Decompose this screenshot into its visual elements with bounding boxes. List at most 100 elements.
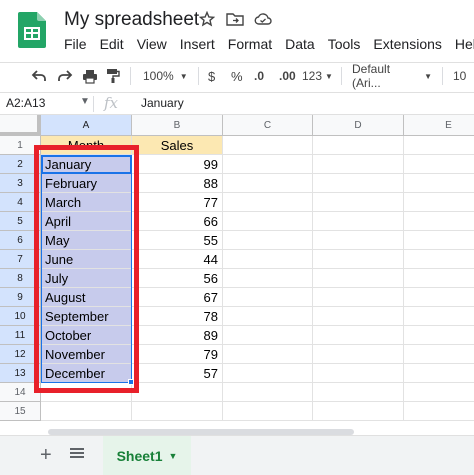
empty-cell[interactable] (132, 383, 223, 402)
cell-b4[interactable]: 77 (132, 193, 223, 212)
column-header-a[interactable]: A (41, 115, 132, 136)
empty-cell[interactable] (223, 288, 313, 307)
empty-cell[interactable] (223, 307, 313, 326)
currency-format-button[interactable]: $ (208, 66, 215, 86)
empty-cell[interactable] (404, 326, 474, 345)
cell-b11[interactable]: 89 (132, 326, 223, 345)
empty-cell[interactable] (223, 174, 313, 193)
empty-cell[interactable] (223, 193, 313, 212)
row-header[interactable]: 6 (0, 231, 41, 250)
move-to-folder-icon[interactable] (226, 10, 244, 28)
column-header-e[interactable]: E (404, 115, 474, 136)
menu-insert[interactable]: Insert (180, 36, 221, 52)
row-header[interactable]: 7 (0, 250, 41, 269)
cell-a1[interactable]: Month (41, 136, 132, 155)
empty-cell[interactable] (313, 288, 404, 307)
all-sheets-menu-icon[interactable] (70, 446, 84, 465)
empty-cell[interactable] (313, 136, 404, 155)
chevron-down-icon[interactable]: ▼ (169, 451, 178, 461)
row-header[interactable]: 9 (0, 288, 41, 307)
paint-format-icon[interactable] (106, 66, 120, 86)
cell-a4[interactable]: March (41, 193, 132, 212)
empty-cell[interactable] (404, 383, 474, 402)
cell-b13[interactable]: 57 (132, 364, 223, 383)
row-header[interactable]: 2 (0, 155, 41, 174)
menu-data[interactable]: Data (285, 36, 321, 52)
cell-a7[interactable]: June (41, 250, 132, 269)
sheets-logo-icon[interactable] (18, 12, 46, 48)
cell-b12[interactable]: 79 (132, 345, 223, 364)
cell-a9[interactable]: August (41, 288, 132, 307)
cell-a10[interactable]: September (41, 307, 132, 326)
cell-b3[interactable]: 88 (132, 174, 223, 193)
row-header[interactable]: 13 (0, 364, 41, 383)
column-header-c[interactable]: C (223, 115, 313, 136)
empty-cell[interactable] (41, 383, 132, 402)
increase-decimal-button[interactable]: .00 (279, 66, 296, 86)
menu-view[interactable]: View (137, 36, 173, 52)
cell-a3[interactable]: February (41, 174, 132, 193)
row-header[interactable]: 8 (0, 269, 41, 288)
empty-cell[interactable] (404, 193, 474, 212)
row-header[interactable]: 10 (0, 307, 41, 326)
empty-cell[interactable] (404, 212, 474, 231)
row-header[interactable]: 14 (0, 383, 41, 402)
empty-cell[interactable] (223, 364, 313, 383)
empty-cell[interactable] (223, 269, 313, 288)
empty-cell[interactable] (223, 345, 313, 364)
empty-cell[interactable] (404, 269, 474, 288)
chevron-down-icon[interactable]: ▼ (80, 96, 90, 107)
document-title[interactable]: My spreadsheet (64, 9, 199, 31)
menu-edit[interactable]: Edit (100, 36, 130, 52)
menu-format[interactable]: Format (228, 36, 278, 52)
empty-cell[interactable] (313, 345, 404, 364)
row-header[interactable]: 1 (0, 136, 41, 155)
empty-cell[interactable] (313, 193, 404, 212)
cell-a8[interactable]: July (41, 269, 132, 288)
font-size-input[interactable]: 10 (453, 66, 466, 86)
row-header[interactable]: 15 (0, 402, 41, 421)
percent-format-button[interactable]: % (231, 66, 243, 86)
empty-cell[interactable] (41, 402, 132, 421)
empty-cell[interactable] (404, 136, 474, 155)
empty-cell[interactable] (313, 250, 404, 269)
cell-b1[interactable]: Sales (132, 136, 223, 155)
fill-handle[interactable] (128, 379, 134, 385)
more-formats-button[interactable]: 123 ▼ (302, 66, 333, 86)
add-sheet-icon[interactable]: + (40, 444, 52, 467)
cloud-status-icon[interactable] (254, 10, 272, 28)
name-box[interactable]: A2:A13 (6, 96, 45, 110)
empty-cell[interactable] (313, 383, 404, 402)
star-icon[interactable] (198, 10, 216, 28)
cell-b8[interactable]: 56 (132, 269, 223, 288)
empty-cell[interactable] (223, 155, 313, 174)
undo-icon[interactable] (31, 66, 47, 86)
empty-cell[interactable] (313, 231, 404, 250)
sheet-tab-sheet1[interactable]: Sheet1 ▼ (103, 436, 191, 475)
empty-cell[interactable] (223, 402, 313, 421)
column-header-d[interactable]: D (313, 115, 404, 136)
empty-cell[interactable] (313, 212, 404, 231)
empty-cell[interactable] (404, 288, 474, 307)
empty-cell[interactable] (404, 250, 474, 269)
empty-cell[interactable] (223, 136, 313, 155)
menu-tools[interactable]: Tools (328, 36, 367, 52)
row-header[interactable]: 11 (0, 326, 41, 345)
menu-extensions[interactable]: Extensions (373, 36, 447, 52)
empty-cell[interactable] (313, 269, 404, 288)
cell-a2[interactable]: January (41, 155, 132, 174)
formula-input[interactable]: January (141, 96, 184, 110)
print-icon[interactable] (82, 66, 98, 86)
empty-cell[interactable] (404, 155, 474, 174)
row-header[interactable]: 12 (0, 345, 41, 364)
row-header[interactable]: 5 (0, 212, 41, 231)
font-family-select[interactable]: Default (Ari... ▼ (352, 62, 432, 90)
empty-cell[interactable] (313, 174, 404, 193)
cell-a11[interactable]: October (41, 326, 132, 345)
empty-cell[interactable] (313, 326, 404, 345)
empty-cell[interactable] (313, 307, 404, 326)
row-header[interactable]: 4 (0, 193, 41, 212)
cell-b5[interactable]: 66 (132, 212, 223, 231)
redo-icon[interactable] (57, 66, 73, 86)
cell-b6[interactable]: 55 (132, 231, 223, 250)
